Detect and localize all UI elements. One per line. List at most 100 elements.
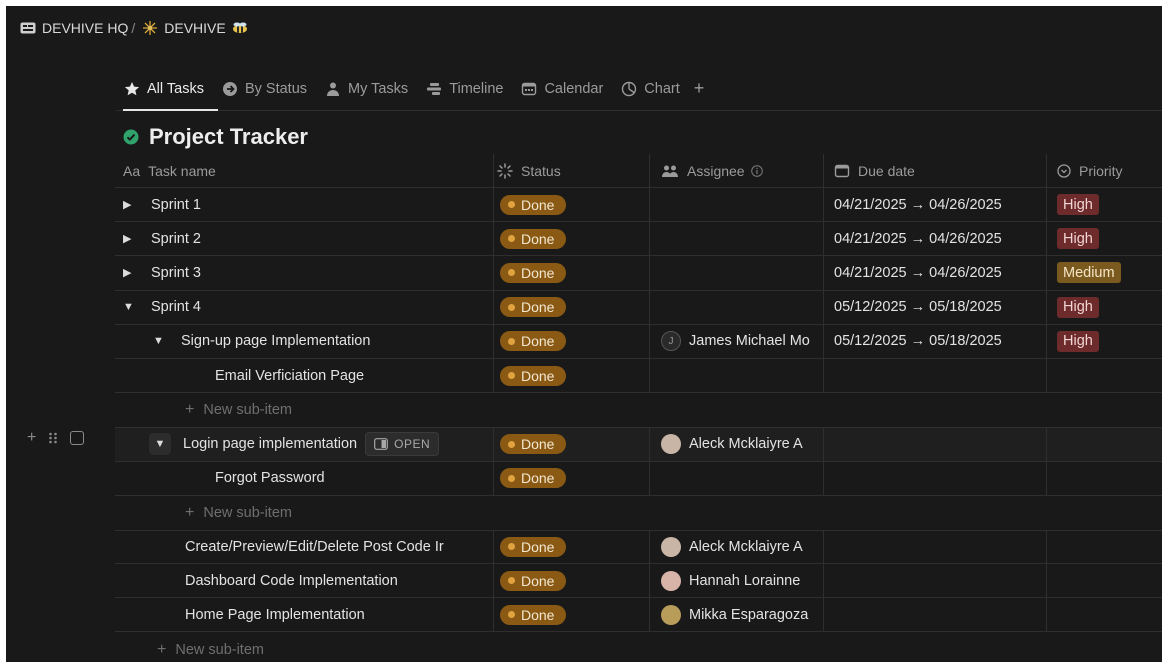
assignee-cell[interactable] [649, 461, 823, 495]
new-sub-item-button[interactable]: + New sub-item [185, 504, 292, 522]
table-row[interactable]: ▶ Sprint 1 Done 04/21/2025 → 04/26/2025 H… [115, 188, 1162, 223]
tab-my-tasks[interactable]: My Tasks [325, 81, 408, 97]
table-row[interactable]: ▶ Sprint 3 Done 04/21/2025 → 04/26/2025 M… [115, 256, 1162, 291]
expand-arrow-icon[interactable]: ▶ [123, 232, 137, 245]
table-row[interactable]: ▼ Login page implementation OPEN Done Alec… [115, 427, 1162, 462]
table-row[interactable]: ▼ Sign-up page Implementation Done J James… [115, 324, 1162, 359]
priority-badge[interactable]: High [1057, 296, 1099, 318]
table-row[interactable]: Dashboard Code Implementation Done Hanna… [115, 564, 1162, 599]
info-icon[interactable] [750, 164, 763, 177]
open-page-button[interactable]: OPEN [365, 432, 440, 457]
breadcrumb-workspace[interactable]: DEVHIVE HQ [42, 20, 128, 36]
priority-cell[interactable] [1046, 461, 1162, 495]
assignee-cell[interactable]: Hannah Lorainne [649, 564, 823, 598]
page-title-text[interactable]: Project Tracker [149, 124, 308, 150]
table-header: Aa Task name Status Assignee Due date Pri… [115, 154, 1162, 188]
due-date[interactable]: 04/21/2025 → 04/26/2025 [834, 231, 1002, 247]
collapse-arrow-icon[interactable]: ▼ [123, 301, 137, 313]
new-sub-item-row[interactable]: + New sub-item [115, 496, 1162, 530]
task-name[interactable]: Create/Preview/Edit/Delete Post Code Ir [185, 539, 444, 555]
due-date-cell[interactable] [823, 461, 1046, 495]
due-date[interactable]: 05/12/2025 → 05/18/2025 [834, 333, 1002, 349]
priority-cell[interactable] [1046, 428, 1162, 461]
status-badge[interactable]: Done [500, 331, 567, 352]
assignee-cell[interactable] [649, 290, 823, 324]
due-date-cell[interactable] [823, 530, 1046, 564]
status-badge[interactable]: Done [500, 262, 567, 283]
assignee-cell[interactable] [649, 188, 823, 222]
status-badge[interactable]: Done [500, 536, 567, 557]
assignee-cell[interactable] [649, 358, 823, 393]
table-row[interactable]: ▶ Sprint 2 Done 04/21/2025 → 04/26/2025 H… [115, 222, 1162, 257]
status-badge[interactable]: Done [500, 570, 567, 591]
table-row[interactable]: Home Page Implementation Done Mikka Espa… [115, 598, 1162, 633]
col-priority[interactable]: Priority [1046, 154, 1162, 187]
assignee-cell[interactable]: Mikka Esparagoza [649, 598, 823, 632]
row-select-checkbox[interactable] [70, 431, 85, 445]
assignee-cell[interactable]: J James Michael Mo [649, 324, 823, 358]
assignee-cell[interactable]: Aleck Mcklaiyre A [649, 428, 823, 461]
arrow-circle-icon [222, 81, 238, 97]
tab-all-tasks[interactable]: All Tasks [124, 81, 204, 97]
tab-timeline[interactable]: Timeline [426, 81, 503, 97]
task-name[interactable]: Sprint 4 [151, 299, 201, 315]
col-due-date[interactable]: Due date [823, 154, 1046, 187]
due-date[interactable]: 04/21/2025 → 04/26/2025 [834, 265, 1002, 281]
status-badge[interactable]: Done [500, 228, 567, 249]
status-badge[interactable]: Done [500, 297, 567, 318]
status-badge[interactable]: Done [500, 365, 567, 386]
due-date[interactable]: 04/21/2025 → 04/26/2025 [834, 197, 1002, 213]
priority-badge[interactable]: High [1057, 194, 1099, 216]
task-name[interactable]: Email Verficiation Page [215, 368, 364, 384]
task-name[interactable]: Sign-up page Implementation [181, 333, 370, 349]
task-name[interactable]: Sprint 3 [151, 265, 201, 281]
priority-badge[interactable]: Medium [1057, 262, 1121, 284]
assignee-cell[interactable] [649, 222, 823, 256]
task-name[interactable]: Login page implementation [183, 436, 357, 452]
new-sub-item-button[interactable]: + New sub-item [157, 641, 264, 659]
due-date-cell[interactable] [823, 358, 1046, 393]
table-row[interactable]: Create/Preview/Edit/Delete Post Code Ir … [115, 529, 1162, 565]
col-task-name[interactable]: Aa Task name [115, 154, 493, 187]
status-badge[interactable]: Done [500, 468, 567, 489]
priority-cell[interactable] [1046, 564, 1162, 598]
due-date-cell[interactable] [823, 428, 1046, 461]
task-name[interactable]: Forgot Password [215, 470, 325, 486]
task-name[interactable]: Home Page Implementation [185, 607, 365, 623]
new-sub-item-row[interactable]: + New sub-item [115, 632, 1162, 662]
expand-arrow-icon[interactable]: ▶ [123, 266, 137, 279]
priority-cell[interactable] [1046, 530, 1162, 564]
collapse-arrow-icon[interactable]: ▼ [153, 335, 167, 347]
priority-badge[interactable]: High [1057, 228, 1099, 250]
due-date-cell[interactable] [823, 598, 1046, 632]
collapse-arrow-icon[interactable]: ▼ [149, 433, 171, 456]
assignee-cell[interactable]: Aleck Mcklaiyre A [649, 530, 823, 564]
status-badge[interactable]: Done [500, 434, 567, 455]
add-view-button[interactable]: + [694, 78, 705, 99]
new-sub-item-button[interactable]: + New sub-item [185, 401, 292, 419]
breadcrumb-page[interactable]: DEVHIVE [164, 20, 225, 36]
status-badge[interactable]: Done [500, 194, 567, 215]
task-name[interactable]: Dashboard Code Implementation [185, 573, 398, 589]
new-sub-item-row[interactable]: + New sub-item [115, 393, 1162, 427]
tab-by-status[interactable]: By Status [222, 81, 307, 97]
priority-badge[interactable]: High [1057, 330, 1099, 352]
assignee-cell[interactable] [649, 256, 823, 290]
priority-cell[interactable] [1046, 358, 1162, 393]
table-row[interactable]: Email Verficiation Page Done [115, 358, 1162, 394]
task-name[interactable]: Sprint 1 [151, 197, 201, 213]
table-row[interactable]: ▼ Sprint 4 Done 05/12/2025 → 05/18/2025 H… [115, 290, 1162, 325]
col-status[interactable]: Status [493, 154, 649, 187]
add-row-icon[interactable]: + [27, 429, 36, 447]
due-date-cell[interactable] [823, 564, 1046, 598]
expand-arrow-icon[interactable]: ▶ [123, 198, 137, 211]
tab-chart[interactable]: Chart [621, 81, 680, 97]
priority-cell[interactable] [1046, 598, 1162, 632]
status-badge[interactable]: Done [500, 604, 567, 625]
table-row[interactable]: Forgot Password Done [115, 461, 1162, 496]
col-assignee[interactable]: Assignee [649, 154, 823, 187]
task-name[interactable]: Sprint 2 [151, 231, 201, 247]
due-date[interactable]: 05/12/2025 → 05/18/2025 [834, 299, 1002, 315]
tab-calendar[interactable]: Calendar [521, 81, 603, 97]
drag-handle-icon[interactable] [48, 431, 58, 445]
